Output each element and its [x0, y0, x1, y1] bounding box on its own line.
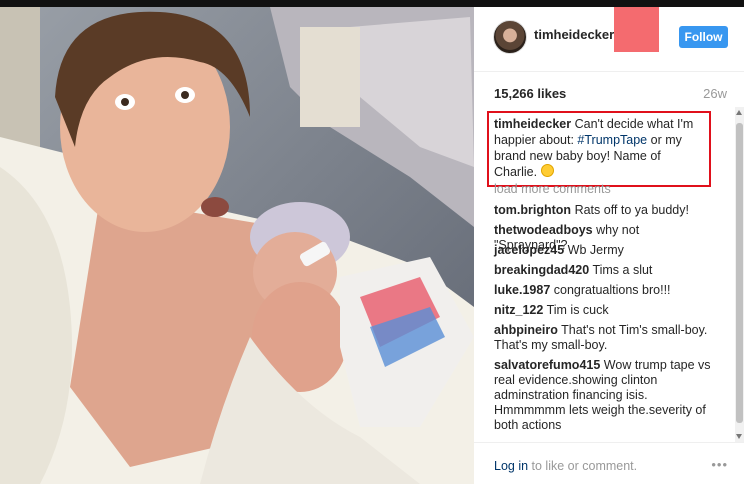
avatar[interactable] [493, 20, 527, 54]
comments-scrollbar[interactable] [735, 107, 744, 442]
scrollbar-thumb[interactable] [736, 123, 743, 423]
comment-username[interactable]: jacelopez45 [494, 243, 564, 257]
comment-username[interactable]: tom.brighton [494, 203, 571, 217]
post-photo [0, 7, 474, 484]
comment: tom.brighton Rats off to ya buddy! [494, 203, 714, 218]
comment: jacelopez45 Wb Jermy [494, 243, 714, 258]
caption-hashtag[interactable]: #TrumpTape [577, 133, 647, 147]
login-link[interactable]: Log in [494, 459, 528, 473]
comment: ahbpineiro That's not Tim's small-boy. T… [494, 323, 714, 353]
comment-username[interactable]: thetwodeadboys [494, 223, 593, 237]
photo-illustration [0, 7, 474, 484]
caption: timheidecker Can't decide what I'm happi… [494, 116, 704, 180]
comment: breakingdad420 Tims a slut [494, 263, 714, 278]
login-prompt: Log in to like or comment. [494, 459, 637, 473]
caption-username[interactable]: timheidecker [494, 117, 571, 131]
comment-text: Tims a slut [592, 263, 653, 277]
comment: nitz_122 Tim is cuck [494, 303, 714, 318]
comment-text: Rats off to ya buddy! [574, 203, 689, 217]
ellipsis-icon[interactable]: ••• [711, 457, 728, 472]
follow-button[interactable]: Follow [679, 26, 728, 48]
post-age[interactable]: 26w [703, 86, 727, 101]
comment-username[interactable]: ahbpineiro [494, 323, 558, 337]
post-footer: Log in to like or comment. ••• [474, 442, 744, 485]
comment-username[interactable]: luke.1987 [494, 283, 550, 297]
header-username[interactable]: timheidecker [534, 27, 614, 42]
top-bar [0, 0, 744, 7]
comment-text: congratualtions bro!!! [553, 283, 671, 297]
likes-count[interactable]: 15,266 likes [494, 86, 566, 101]
comment-text: Wb Jermy [567, 243, 624, 257]
scroll-up-arrow-icon[interactable] [736, 110, 742, 115]
login-prompt-text: to like or comment. [528, 459, 638, 473]
comment-username[interactable]: breakingdad420 [494, 263, 589, 277]
comment: luke.1987 congratualtions bro!!! [494, 283, 714, 298]
comments-list[interactable]: timheidecker Can't decide what I'm happi… [474, 107, 737, 442]
scroll-down-arrow-icon[interactable] [736, 434, 742, 439]
comment-text: Tim is cuck [546, 303, 609, 317]
post-sidebar: timheidecker Follow 15,266 likes 26w tim… [474, 7, 744, 484]
comment-username[interactable]: salvatorefumo415 [494, 358, 600, 372]
load-more-comments[interactable]: load more comments [494, 182, 611, 196]
smiley-emoji-icon [540, 164, 554, 177]
comment: salvatorefumo415 Wow trump tape vs real … [494, 358, 714, 433]
post-header: timheidecker Follow [474, 7, 744, 72]
redaction-square [614, 7, 659, 52]
comment-username[interactable]: nitz_122 [494, 303, 543, 317]
